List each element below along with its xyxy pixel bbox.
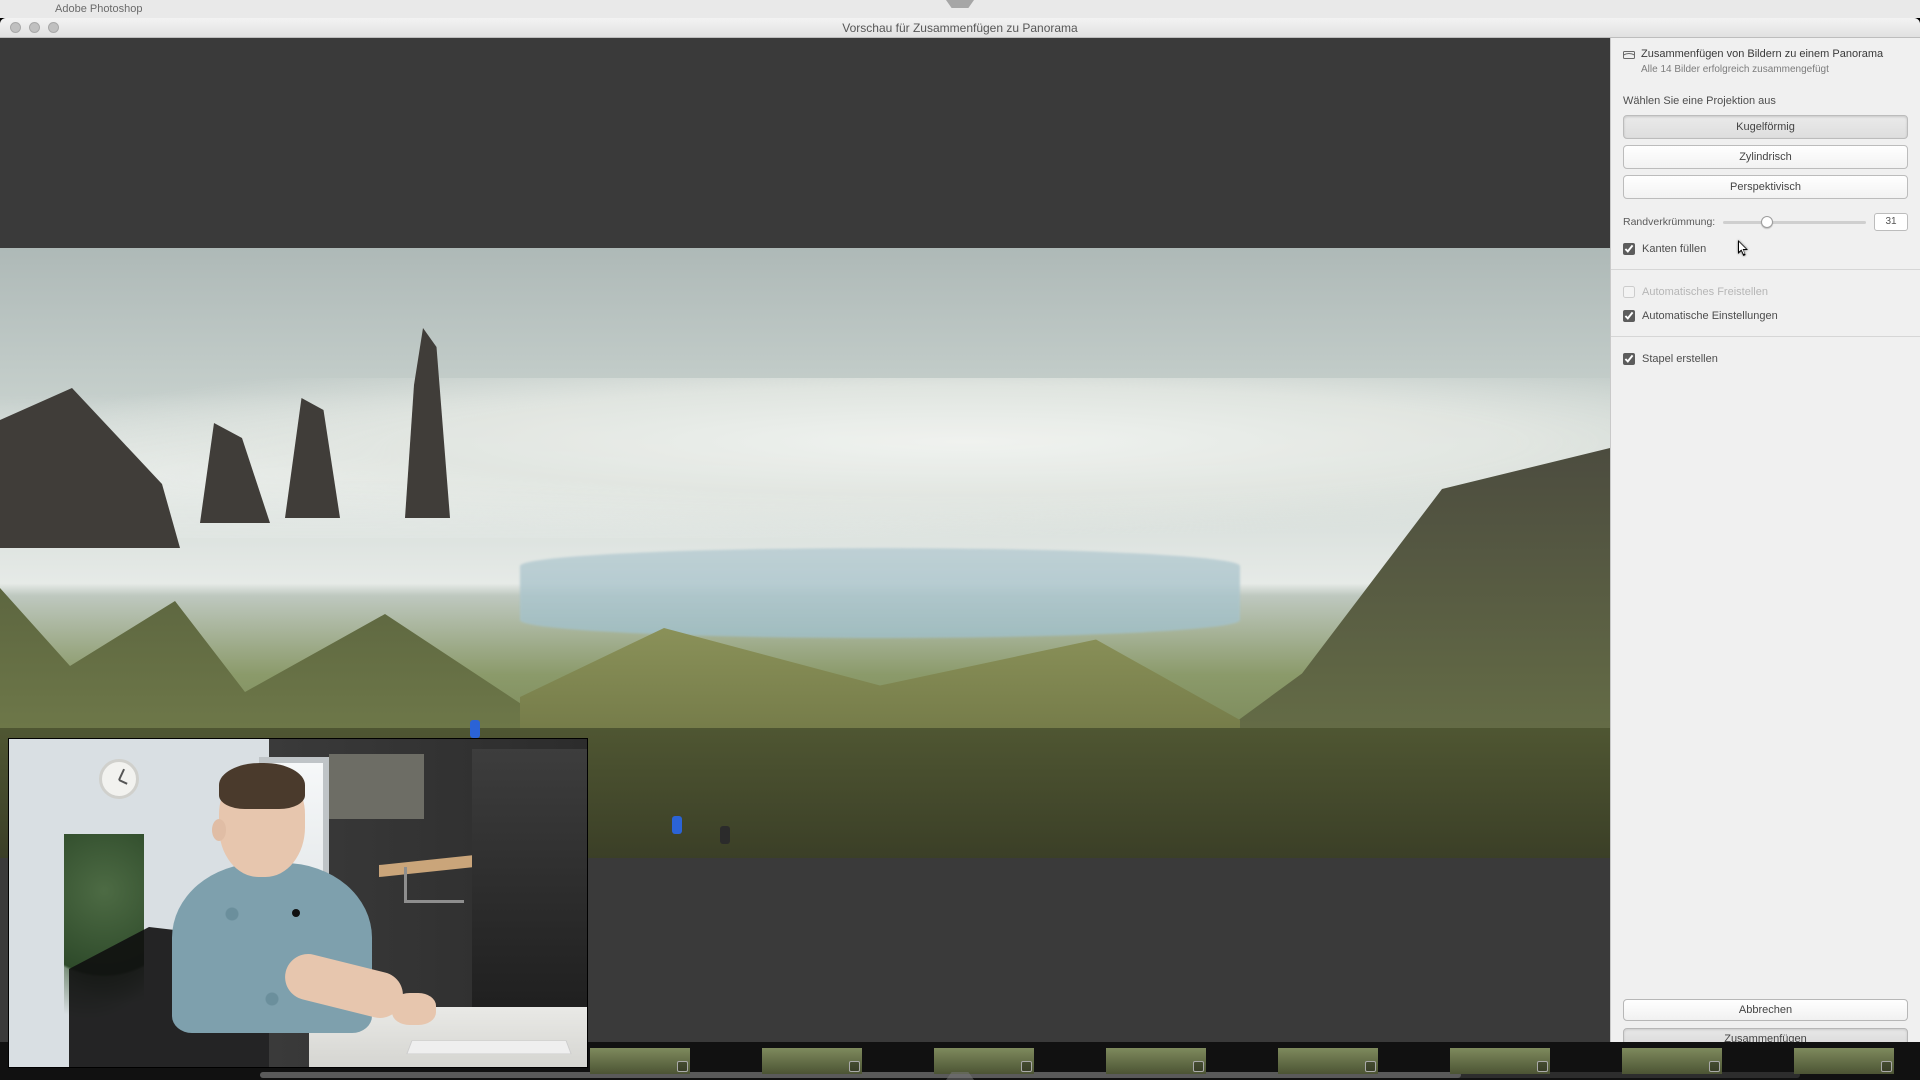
filmstrip-thumb[interactable] — [1106, 1048, 1206, 1074]
traffic-lights — [10, 22, 59, 33]
slider-thumb[interactable] — [1761, 216, 1773, 228]
auto-settings-row[interactable]: Automatische Einstellungen — [1623, 310, 1908, 322]
fill-edges-label: Kanten füllen — [1642, 243, 1706, 255]
panel-header: Zusammenfügen von Bildern zu einem Panor… — [1623, 48, 1908, 63]
close-window-icon[interactable] — [10, 22, 21, 33]
create-stack-checkbox[interactable] — [1623, 353, 1635, 365]
filmstrip-thumb[interactable] — [1278, 1048, 1378, 1074]
panel-divider — [1611, 269, 1920, 270]
auto-settings-label: Automatische Einstellungen — [1642, 310, 1778, 322]
projection-spherical-button[interactable]: Kugelförmig — [1623, 115, 1908, 139]
filmstrip-thumb[interactable] — [1622, 1048, 1722, 1074]
boundary-warp-slider[interactable] — [1723, 221, 1866, 224]
filmstrip-thumb[interactable] — [590, 1048, 690, 1074]
projection-cylindrical-button[interactable]: Zylindrisch — [1623, 145, 1908, 169]
auto-crop-row: Automatisches Freistellen — [1623, 286, 1908, 298]
auto-settings-checkbox[interactable] — [1623, 310, 1635, 322]
cancel-button[interactable]: Abbrechen — [1623, 999, 1908, 1021]
fill-edges-row[interactable]: Kanten füllen — [1623, 243, 1908, 255]
filmstrip-thumb[interactable] — [934, 1048, 1034, 1074]
panel-subtitle: Alle 14 Bilder erfolgreich zusammengefüg… — [1641, 64, 1908, 75]
auto-crop-label: Automatisches Freistellen — [1642, 286, 1768, 298]
maximize-window-icon[interactable] — [48, 22, 59, 33]
auto-crop-checkbox — [1623, 286, 1635, 298]
wall-clock-icon — [99, 759, 139, 799]
app-menu-name[interactable]: Adobe Photoshop — [55, 3, 142, 15]
window-titlebar[interactable]: Vorschau für Zusammenfügen zu Panorama — [0, 18, 1920, 38]
projection-group: Kugelförmig Zylindrisch Perspektivisch — [1623, 115, 1908, 199]
minimize-window-icon[interactable] — [29, 22, 40, 33]
window-title: Vorschau für Zusammenfügen zu Panorama — [0, 21, 1920, 35]
panel-divider — [1611, 336, 1920, 337]
panel-title: Zusammenfügen von Bildern zu einem Panor… — [1641, 48, 1883, 60]
boundary-warp-value[interactable]: 31 — [1874, 213, 1908, 231]
boundary-warp-row: Randverkrümmung: 31 — [1623, 213, 1908, 231]
projection-perspective-button[interactable]: Perspektivisch — [1623, 175, 1908, 199]
webcam-overlay — [8, 738, 588, 1068]
fill-edges-checkbox[interactable] — [1623, 243, 1635, 255]
create-stack-row[interactable]: Stapel erstellen — [1623, 353, 1908, 365]
projection-section-label: Wählen Sie eine Projektion aus — [1623, 95, 1908, 107]
boundary-warp-label: Randverkrümmung: — [1623, 216, 1715, 228]
filmstrip-thumb[interactable] — [1450, 1048, 1550, 1074]
panorama-icon — [1623, 49, 1635, 61]
create-stack-label: Stapel erstellen — [1642, 353, 1718, 365]
filmstrip-thumb[interactable] — [1794, 1048, 1894, 1074]
panorama-settings-panel: Zusammenfügen von Bildern zu einem Panor… — [1610, 38, 1920, 1062]
filmstrip-thumb[interactable] — [762, 1048, 862, 1074]
